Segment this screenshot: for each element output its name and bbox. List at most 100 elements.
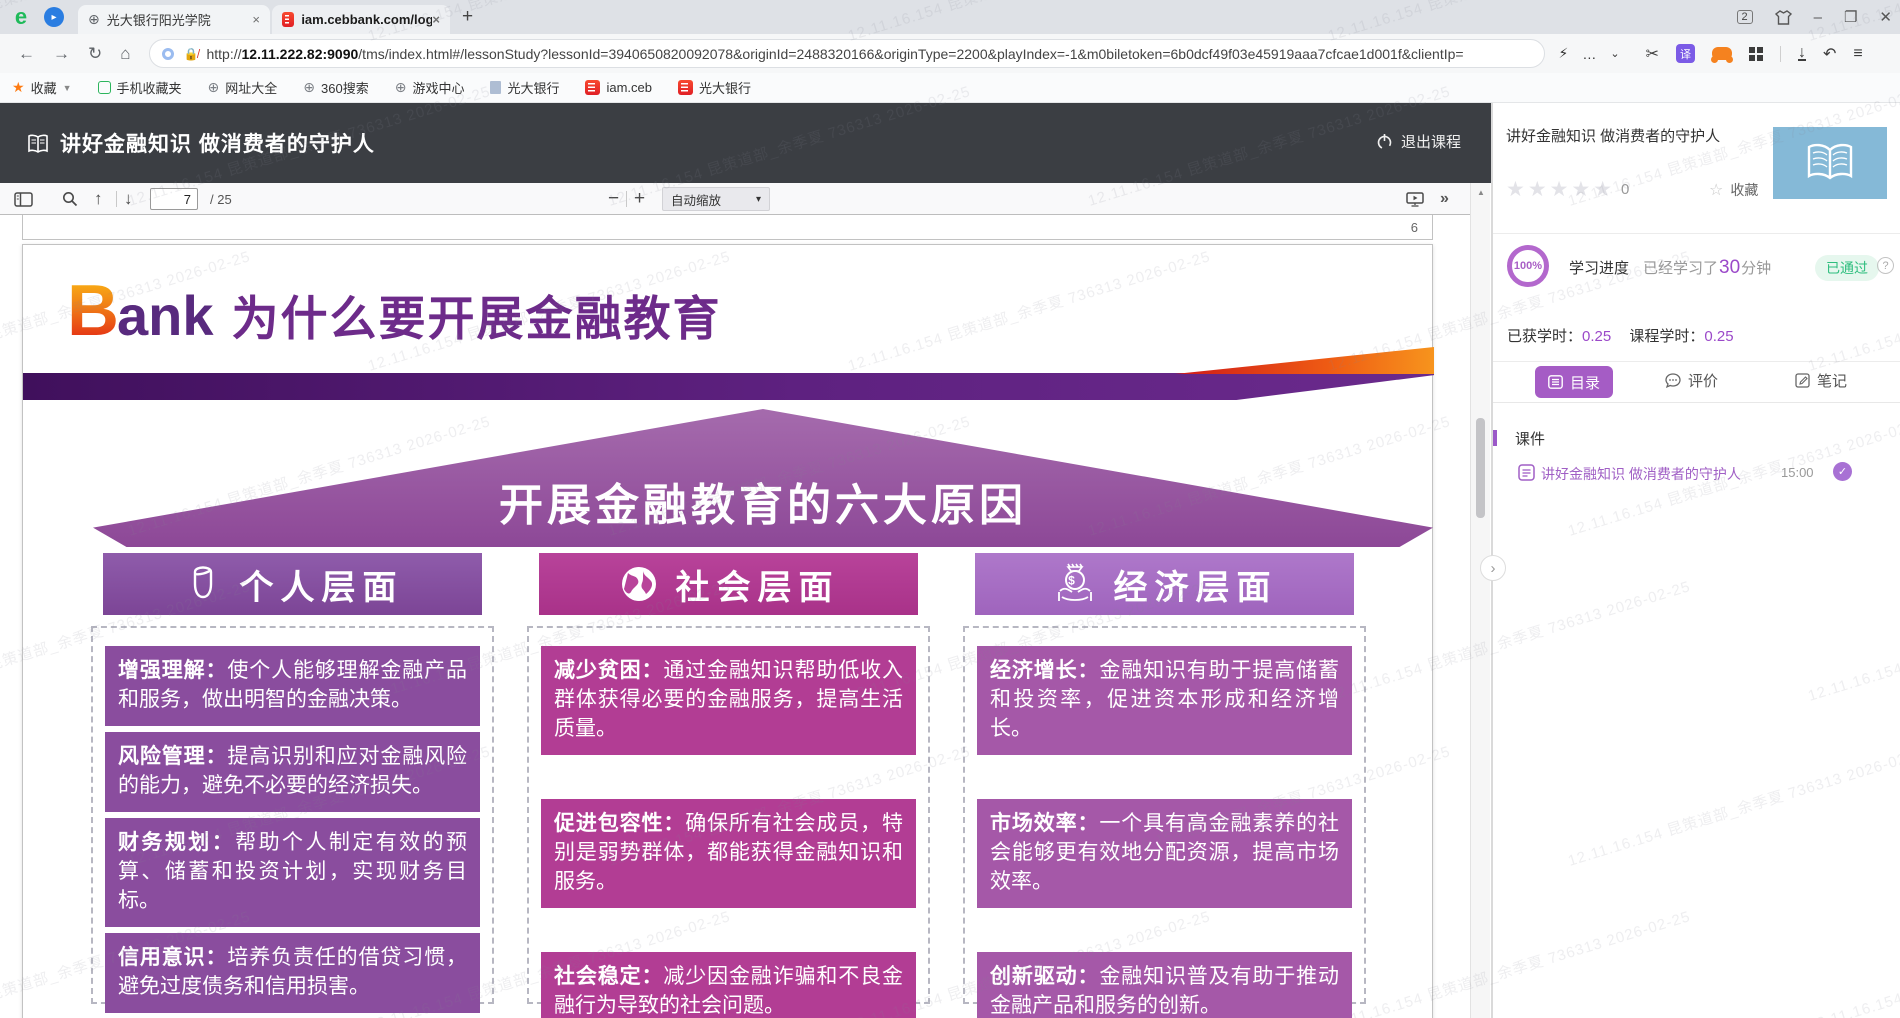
bank-icon [490,81,501,94]
rating-stars[interactable]: ★★★★★ [1506,177,1615,202]
tab-close-icon[interactable]: × [252,12,260,27]
pdf-page-7-slide: Bank 为什么要开展金融教育 开展金融教育的六大原因 个人层面 社会层面 $ [22,244,1433,1018]
rating-count: 0 [1621,181,1629,198]
credit-hours: 已获学时：0.25 课程学时：0.25 [1507,325,1734,346]
globe-icon: ⊕ [208,79,220,96]
column-header-social: 社会层面 [539,553,918,615]
slide-item: 社会稳定：减少因金融诈骗和不良金融行为导致的社会问题。 [541,952,916,1018]
skin-icon[interactable] [1775,10,1792,25]
new-tab-button[interactable]: + [462,6,473,28]
zoom-mode-select[interactable]: 自动缩放▾ [662,187,770,211]
bookmark-game-center[interactable]: ⊕游戏中心 [395,78,465,97]
home-button[interactable]: ⌂ [120,44,130,64]
reload-button[interactable]: ↻ [88,44,102,64]
bookmark-ceb-bank-2[interactable]: 光大银行 [678,78,751,97]
star-outline-icon: ☆ [1709,180,1723,200]
url-text[interactable]: http://12.11.222.82:9090/tms/index.html#… [206,46,1463,62]
caret-down-icon: ▼ [63,83,72,93]
scroll-up-icon[interactable]: ▲ [1477,188,1485,197]
browser-360-logo-icon[interactable]: e [10,6,32,28]
dropdown-chevron-icon[interactable]: ⌄ [1610,47,1619,60]
globe-icon: ⊕ [395,79,407,96]
bookmark-favorites[interactable]: ★收藏▼ [12,78,72,97]
ceb-logo-icon [282,12,294,27]
phone-icon [98,81,111,94]
tab-notes[interactable]: 笔记 [1795,370,1847,391]
panel-collapse-button[interactable]: › [1480,555,1506,581]
more-tools-icon[interactable]: » [1440,183,1447,215]
bookmarks-bar: ★收藏▼ 手机收藏夹 ⊕网址大全 ⊕360搜索 ⊕游戏中心 光大银行 iam.c… [0,73,1900,103]
address-bar[interactable]: 🔒̸ http://12.11.222.82:9090/tms/index.ht… [149,39,1545,68]
tab-review[interactable]: 评价 [1665,370,1718,391]
zoom-out-icon[interactable]: − [608,183,619,215]
courseware-item-title[interactable]: 讲好金融知识 做消费者的守护人 [1541,464,1741,484]
person-icon [182,562,224,606]
next-page-icon[interactable]: ↓ [124,183,133,215]
section-title: 课件 [1515,428,1545,449]
page-number-input[interactable] [150,188,198,210]
globe-icon: ⊕ [88,11,100,28]
exit-course-button[interactable]: 退出课程 [1376,131,1461,152]
power-icon [1376,133,1393,150]
slide-item: 风险管理：提高识别和应对金融风险的能力，避免不必要的经济损失。 [105,732,480,812]
previous-page-icon[interactable]: ↑ [94,183,103,215]
courseware-item[interactable]: 讲好金融知识 做消费者的守护人 15:00 ✓ [1493,461,1900,487]
tab-cebbank-login[interactable]: iam.cebbank.com/login.ht × [272,5,450,34]
courseware-item-duration: 15:00 [1781,465,1814,480]
download-icon[interactable]: ↓ [1798,46,1806,61]
slide-divider-bar [23,373,1434,400]
browser-toolbar: ← → ↻ ⌂ 🔒̸ http://12.11.222.82:9090/tms/… [0,34,1900,73]
favorite-button[interactable]: ☆收藏 [1709,180,1758,200]
document-icon [1518,464,1535,481]
list-icon [1548,375,1563,389]
back-button[interactable]: ← [18,44,35,64]
translate-icon[interactable]: 译 [1676,44,1695,63]
sidebar-toggle-icon[interactable] [14,183,33,215]
bookmark-iam-ceb[interactable]: iam.ceb [585,80,652,95]
tab-sunshine-academy[interactable]: ⊕ 光大银行阳光学院 × [78,5,270,34]
zoom-in-icon[interactable]: + [634,183,645,215]
bookmark-site-directory[interactable]: ⊕网址大全 [208,78,278,97]
course-thumbnail [1773,127,1887,199]
tab-count-badge[interactable]: 2 [1737,10,1753,24]
apps-grid-icon[interactable] [1749,47,1763,61]
restore-button[interactable]: ❐ [1844,8,1857,26]
presentation-mode-icon[interactable] [1406,183,1424,215]
slide-item: 增强理解：使个人能够理解金融产品和服务，做出明智的金融决策。 [105,646,480,726]
pdf-scrollbar[interactable]: ▲ [1470,183,1490,1018]
window-controls: 2 – ❐ ✕ [1737,0,1893,34]
social-items-box: 减少贫困：通过金融知识帮助低收入群体获得必要的金融服务，提高生活质量。 促进包容… [527,626,930,1004]
forward-button[interactable]: → [53,44,70,64]
tab-catalog[interactable]: 目录 [1535,366,1613,398]
help-icon[interactable]: ? [1877,257,1894,274]
browser-account-icon[interactable]: ▸ [44,7,64,27]
history-restore-icon[interactable]: ↶ [1823,44,1836,64]
flash-icon[interactable]: ⚡ [1559,45,1569,62]
bookmark-mobile-folder[interactable]: 手机收藏夹 [98,78,182,97]
menu-icon[interactable]: ≡ [1853,45,1862,63]
slide-item: 促进包容性：确保所有社会成员，特别是弱势群体，都能获得金融知识和服务。 [541,799,916,908]
svg-text:$: $ [1068,574,1082,588]
divider [1493,233,1900,234]
screenshot-scissors-icon[interactable]: ✂ [1646,44,1659,64]
course-header: 讲好金融知识 做消费者的守护人 退出课程 [0,103,1493,183]
search-icon[interactable] [62,183,78,215]
close-button[interactable]: ✕ [1879,8,1892,26]
more-icon[interactable]: … [1582,46,1596,62]
slide-banner-triangle: 开展金融教育的六大原因 [93,409,1433,547]
book-icon [27,134,49,154]
pdf-toolbar: ↑ ↓ / 25 − + 自动缩放▾ » [0,183,1470,215]
progress-ring: 100% [1507,245,1549,287]
minimize-button[interactable]: – [1814,9,1822,26]
tab-close-icon[interactable]: × [432,12,440,27]
scrollbar-thumb[interactable] [1476,418,1485,518]
game-center-icon[interactable] [1712,47,1732,60]
site-info-icon[interactable] [162,48,174,60]
bookmark-360-search[interactable]: ⊕360搜索 [303,78,368,97]
panel-tabs: 目录 评价 笔记 [1493,366,1900,402]
globe-icon [618,563,660,605]
comment-icon [1665,373,1681,388]
toolbar-divider [1780,46,1781,62]
divider [1493,361,1900,362]
bookmark-ceb-bank[interactable]: 光大银行 [490,78,559,97]
